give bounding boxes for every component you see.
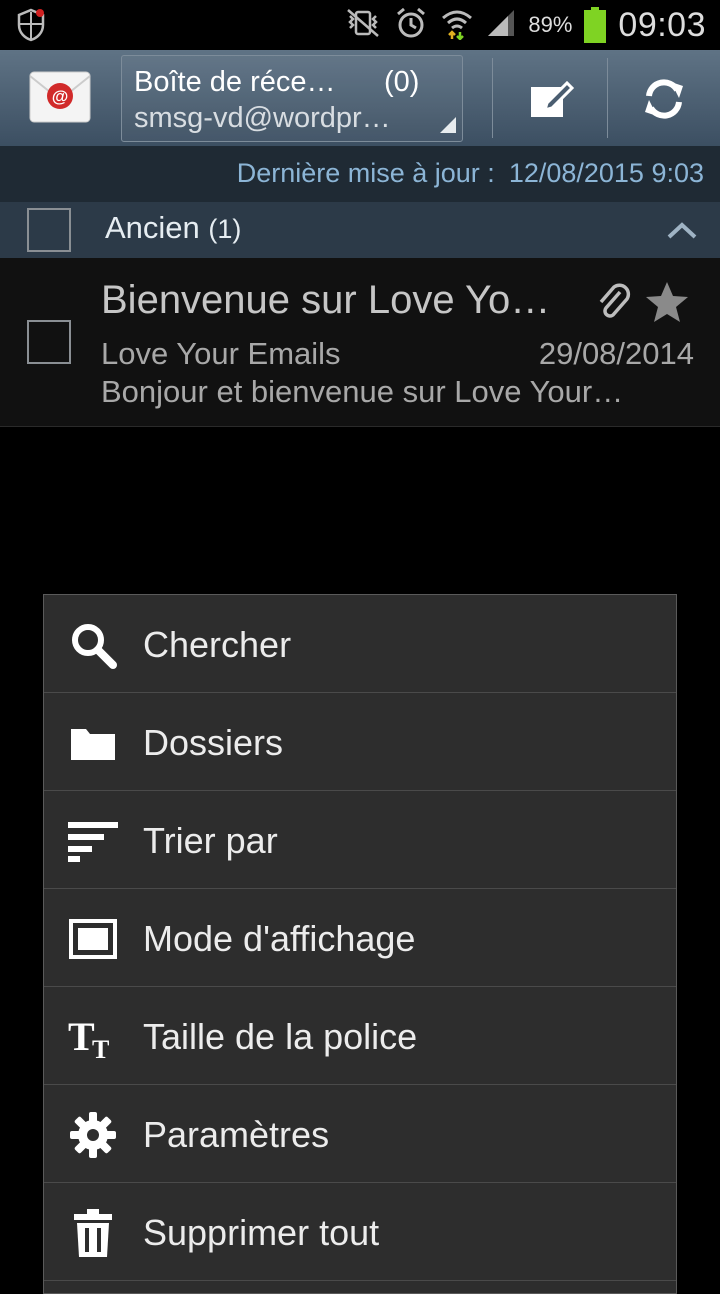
- battery-percent: 89%: [528, 12, 573, 37]
- group-select-checkbox[interactable]: [27, 208, 71, 252]
- menu-item-folders[interactable]: Dossiers: [44, 693, 676, 791]
- message-list-item[interactable]: Bienvenue sur Love Yo… Love Your Emails …: [0, 258, 720, 427]
- trash-icon: [68, 1208, 118, 1258]
- settings-gear-icon: [68, 1110, 118, 1160]
- compose-button[interactable]: [516, 64, 586, 134]
- menu-item-font-size[interactable]: T T Taille de la police: [44, 987, 676, 1085]
- refresh-button[interactable]: [629, 64, 699, 134]
- message-select-checkbox[interactable]: [27, 320, 71, 364]
- menu-item-search[interactable]: Chercher: [44, 595, 676, 693]
- menu-item-label: Taille de la police: [143, 1016, 418, 1057]
- menu-item-settings[interactable]: Paramètres: [44, 1085, 676, 1183]
- last-update-bar: Dernière mise à jour : 12/08/2015 9:03: [0, 146, 720, 202]
- shield-icon: [16, 8, 46, 47]
- font-size-icon: T T: [68, 1012, 118, 1062]
- options-menu: Chercher Dossiers Trier par Mode d'affic…: [43, 594, 677, 1294]
- mailbox-count: (0): [384, 66, 420, 98]
- compose-icon: [531, 80, 575, 117]
- divider: [492, 58, 493, 138]
- paperclip-icon: [596, 282, 632, 327]
- dropdown-arrow-icon: [440, 117, 456, 133]
- account-address: smsg-vd@wordpr…: [134, 102, 391, 134]
- message-sender: Love Your Emails: [101, 336, 341, 371]
- menu-item-label: Trier par: [143, 820, 278, 861]
- sort-icon: [68, 816, 118, 866]
- group-label: Ancien: [105, 210, 200, 245]
- action-bar: @ Boîte de réce… (0) smsg-vd@wordpr…: [0, 50, 720, 146]
- alarm-icon: [394, 6, 428, 45]
- message-date: 29/08/2014: [538, 336, 694, 371]
- message-subject: Bienvenue sur Love Yo…: [101, 278, 551, 322]
- menu-item-label: Chercher: [143, 624, 292, 665]
- signal-icon: [486, 8, 516, 43]
- group-count: (1): [208, 214, 242, 244]
- star-icon[interactable]: [644, 280, 690, 329]
- chevron-up-icon[interactable]: [666, 220, 698, 245]
- group-header[interactable]: Ancien (1): [0, 202, 720, 258]
- view-mode-icon: [68, 914, 118, 964]
- battery-icon: [584, 7, 607, 43]
- last-update-value: 12/08/2015 9:03: [508, 158, 704, 188]
- menu-item-delete-all[interactable]: Supprimer tout: [44, 1183, 676, 1281]
- email-app-icon[interactable]: @: [28, 68, 92, 126]
- status-bar: 89% 09:03: [0, 0, 720, 50]
- wifi-icon: [440, 6, 474, 45]
- menu-item-label: Paramètres: [143, 1114, 330, 1155]
- menu-item-sort[interactable]: Trier par: [44, 791, 676, 889]
- svg-text:T: T: [92, 1035, 109, 1060]
- mailbox-selector[interactable]: Boîte de réce… (0) smsg-vd@wordpr…: [121, 55, 463, 142]
- message-preview: Bonjour et bienvenue sur Love Your…: [101, 374, 624, 409]
- menu-item-view-mode[interactable]: Mode d'affichage: [44, 889, 676, 987]
- divider: [607, 58, 608, 138]
- menu-item-label: Mode d'affichage: [143, 918, 416, 959]
- menu-item-label: Dossiers: [143, 722, 284, 763]
- clock: 09:03: [618, 5, 706, 44]
- mailbox-title: Boîte de réce…: [134, 66, 336, 98]
- last-update-label: Dernière mise à jour :: [236, 158, 495, 188]
- svg-text:@: @: [52, 87, 69, 106]
- folder-icon: [68, 718, 118, 768]
- menu-item-label: Supprimer tout: [143, 1212, 380, 1253]
- svg-text:T: T: [68, 1014, 95, 1059]
- vibrate-mute-icon: [344, 8, 382, 43]
- search-icon: [68, 620, 118, 670]
- refresh-icon: [645, 79, 683, 119]
